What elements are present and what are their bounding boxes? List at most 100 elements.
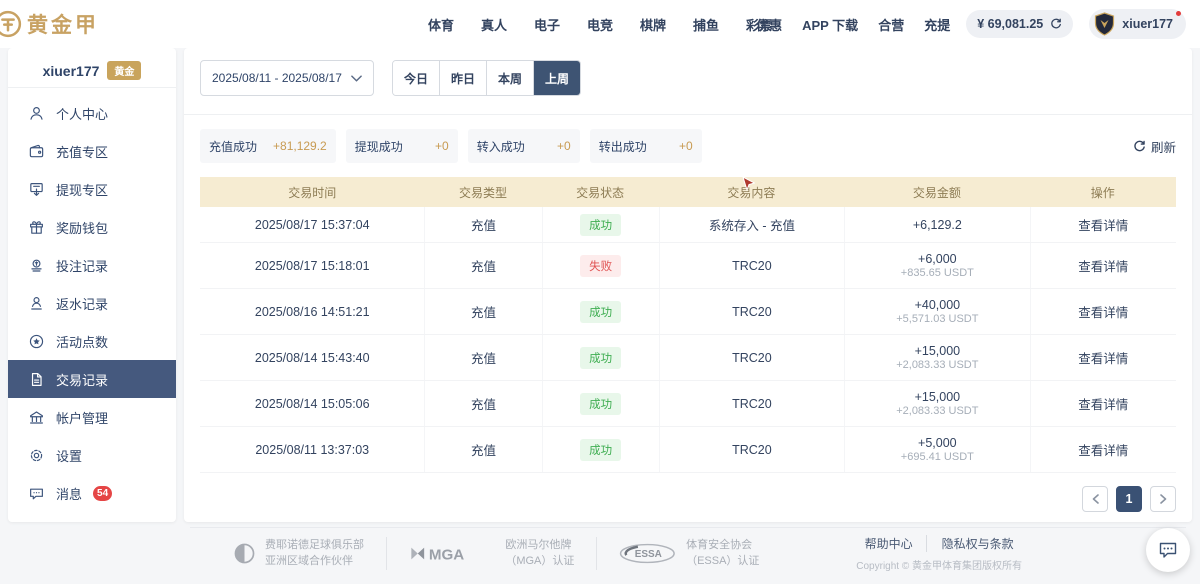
sidebar-user: xiuer177 黄金 (8, 54, 176, 88)
cell-time: 2025/08/16 14:51:21 (200, 289, 424, 334)
cell-action: 查看详情 (1030, 427, 1176, 472)
stat-label: 提现成功 (355, 138, 403, 155)
user-menu[interactable]: xiuer177 (1089, 9, 1186, 39)
cell-type: 充值 (424, 381, 541, 426)
date-tab[interactable]: 上周 (533, 61, 580, 95)
cell-time: 2025/08/11 13:37:03 (200, 427, 424, 472)
balance-pill[interactable]: ¥ 69,081.25 (966, 10, 1073, 38)
cell-status: 成功 (542, 381, 659, 426)
cell-status: 失败 (542, 243, 659, 288)
table-row: 2025/08/14 15:05:06 充值 成功 TRC20 +15,000 … (200, 381, 1176, 427)
cell-time: 2025/08/14 15:43:40 (200, 335, 424, 380)
amount-main: +5,000 (918, 436, 957, 450)
stat-label: 充值成功 (209, 138, 257, 155)
date-tab[interactable]: 今日 (393, 61, 439, 95)
sidebar-item[interactable]: 消息 54 (8, 474, 176, 512)
footer-link[interactable]: 隐私权与条款 (926, 535, 1014, 552)
sidebar-item[interactable]: 奖励钱包 (8, 208, 176, 246)
sidebar-item[interactable]: 返水记录 (8, 284, 176, 322)
nav-item[interactable]: 捕鱼 (693, 15, 719, 34)
notification-dot (1176, 11, 1181, 16)
stat-value: +0 (679, 139, 693, 153)
refresh-label: 刷新 (1151, 137, 1176, 156)
nav-item[interactable]: 棋牌 (640, 15, 666, 34)
column-header: 交易类型 (424, 184, 541, 201)
main-panel: 2025/08/11 - 2025/08/17 今日昨日本周上周 充值成功 +8… (184, 48, 1192, 522)
nav-item[interactable]: 电竞 (587, 15, 613, 34)
nav-item[interactable]: 体育 (428, 15, 454, 34)
status-badge: 成功 (580, 439, 621, 461)
brand-logo[interactable]: 黄金甲 (0, 9, 99, 39)
refresh-icon[interactable] (1050, 18, 1062, 30)
message-icon (28, 485, 45, 502)
sidebar-item-label: 帐户管理 (56, 408, 108, 427)
next-page-button[interactable] (1150, 486, 1176, 512)
amount-main: +6,129.2 (913, 218, 962, 232)
cell-type: 充值 (424, 335, 541, 380)
chevron-down-icon (351, 75, 362, 82)
sidebar-item[interactable]: 充值专区 (8, 132, 176, 170)
view-details-link[interactable]: 查看详情 (1078, 348, 1128, 367)
amount-usdt: +5,571.03 USDT (896, 313, 978, 325)
svg-text:MGA: MGA (429, 546, 464, 563)
transaction-record-icon (28, 371, 45, 388)
sidebar-item[interactable]: 交易记录 (8, 360, 176, 398)
cell-content: 系统存入 - 充值 (659, 207, 844, 242)
quick-link[interactable]: APP 下载 (802, 15, 858, 34)
sidebar-item-label: 设置 (56, 446, 82, 465)
sidebar-item[interactable]: 提现专区 (8, 170, 176, 208)
sidebar-item[interactable]: 设置 (8, 436, 176, 474)
amount-usdt: +2,083.33 USDT (896, 359, 978, 371)
cell-action: 查看详情 (1030, 335, 1176, 380)
nav-item[interactable]: 彩票 (746, 15, 772, 34)
stat-value: +0 (435, 139, 449, 153)
view-details-link[interactable]: 查看详情 (1078, 394, 1128, 413)
date-range-select[interactable]: 2025/08/11 - 2025/08/17 (200, 60, 374, 96)
nav-item[interactable]: 电子 (534, 15, 560, 34)
footer-link[interactable]: 帮助中心 (865, 535, 913, 552)
activity-points-icon (28, 333, 45, 350)
wallet-icon (28, 143, 45, 160)
quick-link[interactable]: 充提 (924, 15, 950, 34)
table-body: 2025/08/17 15:37:04 充值 成功 系统存入 - 充值 +6,1… (200, 207, 1176, 473)
prev-page-button[interactable] (1082, 486, 1108, 512)
partner-line2: （ESSA）认证 (686, 553, 759, 570)
sidebar-item[interactable]: 个人中心 (8, 94, 176, 132)
header-username: xiuer177 (1122, 17, 1173, 31)
cell-status: 成功 (542, 207, 659, 242)
header-right: 优惠APP 下载合营充提 ¥ 69,081.25 xiuer177 (756, 9, 1186, 39)
cell-amount: +40,000 +5,571.03 USDT (844, 289, 1029, 334)
view-details-link[interactable]: 查看详情 (1078, 440, 1128, 459)
rebate-icon (28, 295, 45, 312)
column-header: 操作 (1030, 184, 1176, 201)
current-page-button[interactable]: 1 (1116, 486, 1142, 512)
quick-link[interactable]: 合营 (878, 15, 904, 34)
cell-time: 2025/08/17 15:18:01 (200, 243, 424, 288)
view-details-link[interactable]: 查看详情 (1078, 302, 1128, 321)
svg-text:ESSA: ESSA (635, 549, 662, 560)
date-range-value: 2025/08/11 - 2025/08/17 (212, 71, 342, 85)
sidebar-item[interactable]: 活动点数 (8, 322, 176, 360)
refresh-button[interactable]: 刷新 (1133, 137, 1176, 156)
status-badge: 失败 (580, 255, 621, 277)
sidebar-item-label: 消息 (56, 484, 82, 503)
partner-line2: 亚洲区域合作伙伴 (265, 553, 364, 570)
sidebar-item[interactable]: 帐户管理 (8, 398, 176, 436)
view-details-link[interactable]: 查看详情 (1078, 215, 1128, 234)
gift-icon (28, 219, 45, 236)
user-icon (28, 105, 45, 122)
amount-main: +6,000 (918, 252, 957, 266)
date-tab[interactable]: 本周 (486, 61, 533, 95)
chat-support-button[interactable] (1146, 528, 1190, 572)
view-details-link[interactable]: 查看详情 (1078, 256, 1128, 275)
quick-links: 优惠APP 下载合营充提 (756, 15, 950, 34)
table-row: 2025/08/17 15:18:01 充值 失败 TRC20 +6,000 +… (200, 243, 1176, 289)
nav-item[interactable]: 真人 (481, 15, 507, 34)
sidebar-username: xiuer177 (43, 63, 100, 79)
pagination: 1 (200, 486, 1176, 512)
gear-icon (28, 447, 45, 464)
sidebar: xiuer177 黄金 个人中心 充值专区 提现专区 (8, 48, 176, 522)
sidebar-item[interactable]: 投注记录 (8, 246, 176, 284)
date-tab[interactable]: 昨日 (439, 61, 486, 95)
cell-time: 2025/08/17 15:37:04 (200, 207, 424, 242)
